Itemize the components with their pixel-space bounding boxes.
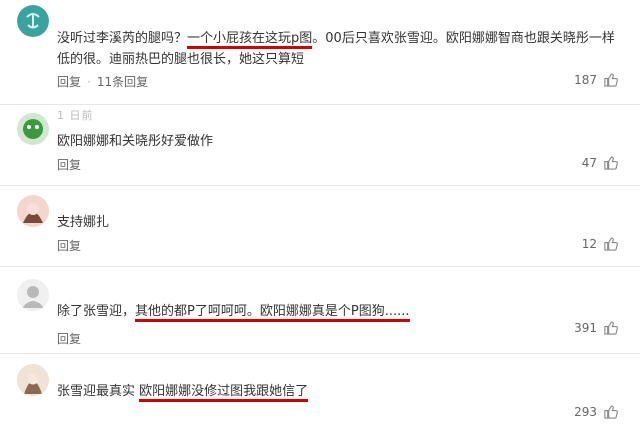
comment-text: 欧阳娜娜和关晓彤好爱做作 [57, 134, 214, 149]
comment-text: 没听过李溪芮的腿吗？一个小屁孩在这玩p图。00后只喜欢张雪迎。欧阳娜娜智商也跟关… [57, 31, 615, 67]
thumbs-up-icon[interactable] [603, 320, 618, 335]
thumbs-up-icon[interactable] [603, 404, 618, 419]
reply-button[interactable]: 回复 [57, 156, 81, 173]
like-area[interactable]: 391 [574, 320, 618, 335]
like-area[interactable]: 12 [582, 236, 618, 251]
reply-button[interactable]: 回复 [57, 75, 81, 89]
comment-item: 1 日前 欧阳娜娜和关晓彤好爱做作 回复 47 [0, 105, 640, 186]
like-area[interactable]: 187 [574, 72, 618, 87]
like-area[interactable]: 293 [574, 404, 618, 419]
thumbs-up-icon[interactable] [603, 155, 618, 170]
highlighted-text: 其他的都P了呵呵呵。欧阳娜娜真是个P图狗...... [135, 304, 410, 322]
like-count: 187 [574, 72, 597, 87]
reply-button[interactable]: 回复 [57, 237, 81, 254]
separator: · [87, 75, 91, 89]
comment-text: 张雪迎最真实 欧阳娜娜没修过图我跟她信了 [57, 381, 617, 402]
comment-item: 张雪迎最真实 欧阳娜娜没修过图我跟她信了 293 [0, 354, 640, 428]
avatar[interactable] [17, 113, 49, 145]
like-area[interactable]: 47 [582, 155, 618, 170]
like-count: 47 [581, 155, 597, 170]
comment-item: 除了张雪迎，其他的都P了呵呵呵。欧阳娜娜真是个P图狗...... 回复 391 [0, 267, 640, 354]
like-count: 12 [581, 236, 597, 251]
comment-item: 支持娜扎 回复 12 [0, 186, 640, 267]
comment-text: 支持娜扎 [57, 215, 110, 230]
reply-count-link[interactable]: 11条回复 [97, 75, 148, 89]
highlighted-text: 欧阳娜娜没修过图我跟她信了 [139, 384, 309, 402]
like-count: 391 [574, 320, 597, 335]
comment-meta: 1 日前 [57, 109, 94, 122]
highlighted-text: 一个小屁孩在这玩p图 [187, 31, 313, 49]
thumbs-up-icon[interactable] [603, 236, 618, 251]
thumbs-up-icon[interactable] [603, 72, 618, 87]
reply-button[interactable]: 回复 [57, 330, 81, 347]
avatar[interactable] [17, 195, 49, 227]
avatar[interactable] [17, 364, 49, 396]
avatar[interactable] [17, 5, 49, 37]
comment-actions: 回复 · 11条回复 [57, 73, 148, 90]
comment-text: 除了张雪迎，其他的都P了呵呵呵。欧阳娜娜真是个P图狗...... [57, 301, 617, 322]
comment-item: 没听过李溪芮的腿吗？一个小屁孩在这玩p图。00后只喜欢张雪迎。欧阳娜娜智商也跟关… [0, 0, 640, 105]
avatar[interactable] [17, 279, 49, 311]
like-count: 293 [574, 404, 597, 419]
